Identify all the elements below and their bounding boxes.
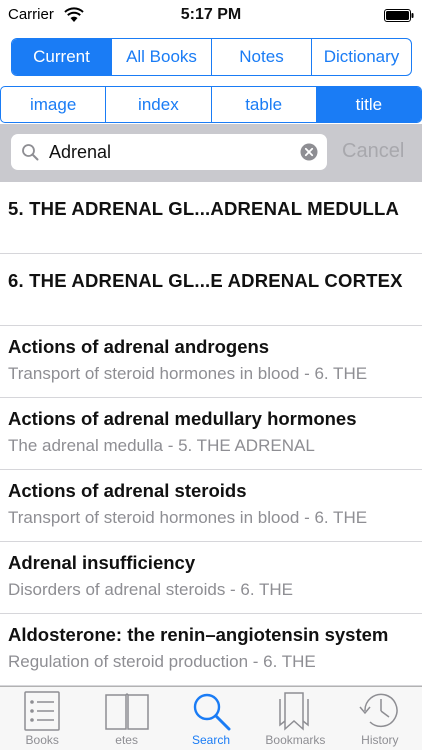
result-title: 6. THE ADRENAL GL...E ADRENAL CORTEX bbox=[8, 270, 403, 291]
result-title: 5. THE ADRENAL GL...ADRENAL MEDULLA bbox=[8, 198, 400, 219]
tab-label: Books bbox=[25, 733, 59, 747]
result-title: Actions of adrenal androgens bbox=[8, 336, 270, 357]
search-bar: Cancel bbox=[0, 124, 422, 182]
search-field[interactable] bbox=[11, 134, 327, 170]
list-item[interactable]: Actions of adrenal medullary hormones Th… bbox=[0, 398, 422, 470]
cancel-button[interactable]: Cancel bbox=[342, 140, 404, 163]
tab-history[interactable]: History bbox=[338, 687, 422, 750]
status-bar: Carrier 5:17 PM bbox=[0, 0, 422, 32]
segment-all-books[interactable]: All Books bbox=[112, 39, 212, 75]
segment-table[interactable]: table bbox=[212, 87, 317, 122]
result-title: Actions of adrenal medullary hormones bbox=[8, 408, 357, 429]
segment-current[interactable]: Current bbox=[12, 39, 112, 75]
list-item[interactable]: Actions of adrenal steroids Transport of… bbox=[0, 470, 422, 542]
status-time: 5:17 PM bbox=[180, 6, 242, 23]
scope-segmented-control: Current All Books Notes Dictionary bbox=[11, 38, 412, 76]
tab-notes[interactable]: etes bbox=[84, 687, 168, 750]
results-list: 5. THE ADRENAL GL...ADRENAL MEDULLA 6. T… bbox=[0, 182, 422, 686]
books-list-icon bbox=[24, 691, 60, 731]
list-item[interactable]: Actions of adrenal androgens Transport o… bbox=[0, 326, 422, 398]
tab-label: Search bbox=[192, 733, 231, 747]
search-input[interactable] bbox=[49, 134, 299, 170]
result-subtitle: Transport of steroid hormones in blood -… bbox=[8, 364, 368, 383]
magnifier-icon bbox=[22, 144, 39, 161]
battery-icon bbox=[384, 9, 414, 22]
tab-books[interactable]: Books bbox=[0, 687, 84, 750]
history-clock-icon bbox=[359, 693, 398, 728]
segment-title[interactable]: title bbox=[316, 87, 421, 122]
result-subtitle: Transport of steroid hormones in blood -… bbox=[8, 508, 368, 527]
result-subtitle: Regulation of steroid production - 6. TH… bbox=[8, 652, 316, 671]
result-title: Actions of adrenal steroids bbox=[8, 480, 247, 501]
result-title: Aldosterone: the renin–angiotensin syste… bbox=[8, 624, 389, 645]
tab-label: Bookmarks bbox=[265, 733, 326, 747]
list-item[interactable]: Adrenal insufficiency Disorders of adren… bbox=[0, 542, 422, 614]
search-icon bbox=[193, 693, 231, 731]
segment-notes[interactable]: Notes bbox=[212, 39, 312, 75]
bookmarks-icon bbox=[279, 692, 310, 731]
tab-bookmarks[interactable]: Bookmarks bbox=[253, 687, 337, 750]
segment-image[interactable]: image bbox=[1, 87, 107, 122]
clear-icon[interactable] bbox=[300, 143, 318, 161]
segment-index[interactable]: index bbox=[106, 87, 212, 122]
segment-dictionary[interactable]: Dictionary bbox=[312, 39, 411, 75]
tab-search[interactable]: Search bbox=[169, 687, 253, 750]
list-item[interactable]: Aldosterone: the renin–angiotensin syste… bbox=[0, 614, 422, 686]
result-subtitle: Disorders of adrenal steroids - 6. THE bbox=[8, 580, 294, 599]
tab-label: History bbox=[361, 733, 399, 747]
list-item[interactable]: 6. THE ADRENAL GL...E ADRENAL CORTEX bbox=[0, 254, 422, 326]
tab-label: etes bbox=[115, 733, 138, 747]
open-book-icon bbox=[104, 693, 149, 730]
result-title: Adrenal insufficiency bbox=[8, 552, 196, 573]
list-item[interactable]: 5. THE ADRENAL GL...ADRENAL MEDULLA bbox=[0, 182, 422, 254]
field-segmented-control: image index table title bbox=[0, 86, 422, 123]
tab-bar: Books etes Search Bookmarks History bbox=[0, 686, 422, 750]
result-subtitle: The adrenal medulla - 5. THE ADRENAL bbox=[8, 436, 315, 455]
